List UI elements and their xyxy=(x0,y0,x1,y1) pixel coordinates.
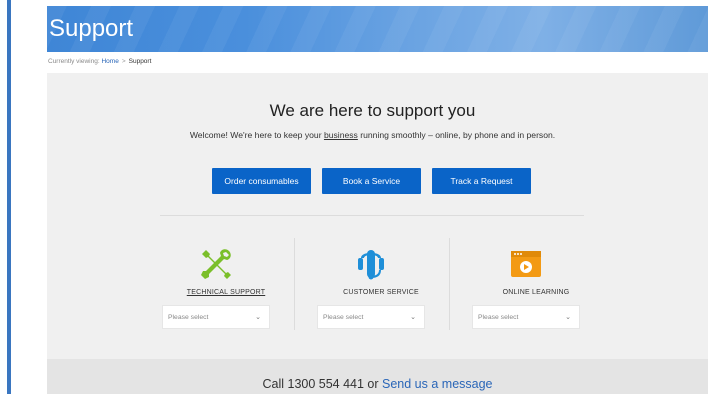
tools-icon xyxy=(201,249,231,279)
support-panel: We are here to support you Welcome! We'r… xyxy=(47,73,708,394)
customer-service-label: CUSTOMER SERVICE xyxy=(343,289,419,296)
breadcrumb-separator: > xyxy=(121,58,126,65)
customer-service-select[interactable]: Please select ⌄ xyxy=(317,305,425,329)
headset-icon xyxy=(358,250,384,280)
chevron-down-icon: ⌄ xyxy=(410,314,416,321)
contact-footer: Call 1300 554 441 or Send us a message xyxy=(47,359,708,394)
page-title: Support xyxy=(49,15,134,42)
welcome-text: Welcome! We're here to keep your busines… xyxy=(47,130,698,140)
technical-support-select-value: Please select xyxy=(168,313,209,321)
breadcrumb-home-link[interactable]: Home xyxy=(101,58,118,65)
page-banner: Support xyxy=(47,6,708,52)
video-player-icon xyxy=(511,251,541,277)
customer-service-select-value: Please select xyxy=(323,313,364,321)
contact-line: Call 1300 554 441 or Send us a message xyxy=(47,377,708,391)
online-learning-select[interactable]: Please select ⌄ xyxy=(472,305,580,329)
send-message-link[interactable]: Send us a message xyxy=(382,377,493,391)
technical-support-label[interactable]: TECHNICAL SUPPORT xyxy=(161,289,291,296)
book-service-button[interactable]: Book a Service xyxy=(322,168,421,194)
breadcrumb-prefix: Currently viewing: xyxy=(48,58,100,65)
column-divider-2 xyxy=(449,238,450,330)
business-link[interactable]: business xyxy=(324,130,358,140)
support-headline: We are here to support you xyxy=(269,101,476,120)
welcome-text-start: Welcome! We're here to keep your xyxy=(189,130,324,140)
breadcrumb-current: Support xyxy=(128,58,152,65)
breadcrumb: Currently viewing: Home > Support xyxy=(48,58,151,65)
column-divider-1 xyxy=(294,238,295,330)
track-request-button[interactable]: Track a Request xyxy=(432,168,531,194)
technical-support-select[interactable]: Please select ⌄ xyxy=(162,305,270,329)
section-divider xyxy=(160,215,584,216)
chevron-down-icon: ⌄ xyxy=(565,314,571,321)
online-learning-select-value: Please select xyxy=(478,313,519,321)
online-learning-label: ONLINE LEARNING xyxy=(502,289,570,296)
support-page: Support Currently viewing: Home > Support … xyxy=(47,0,708,394)
order-consumables-button[interactable]: Order consumables xyxy=(212,168,311,194)
left-accent-bar xyxy=(7,0,11,394)
welcome-text-end: running smoothly – online, by phone and … xyxy=(357,130,556,140)
chevron-down-icon: ⌄ xyxy=(255,314,261,321)
phone-text: Call 1300 554 441 or xyxy=(262,377,383,391)
